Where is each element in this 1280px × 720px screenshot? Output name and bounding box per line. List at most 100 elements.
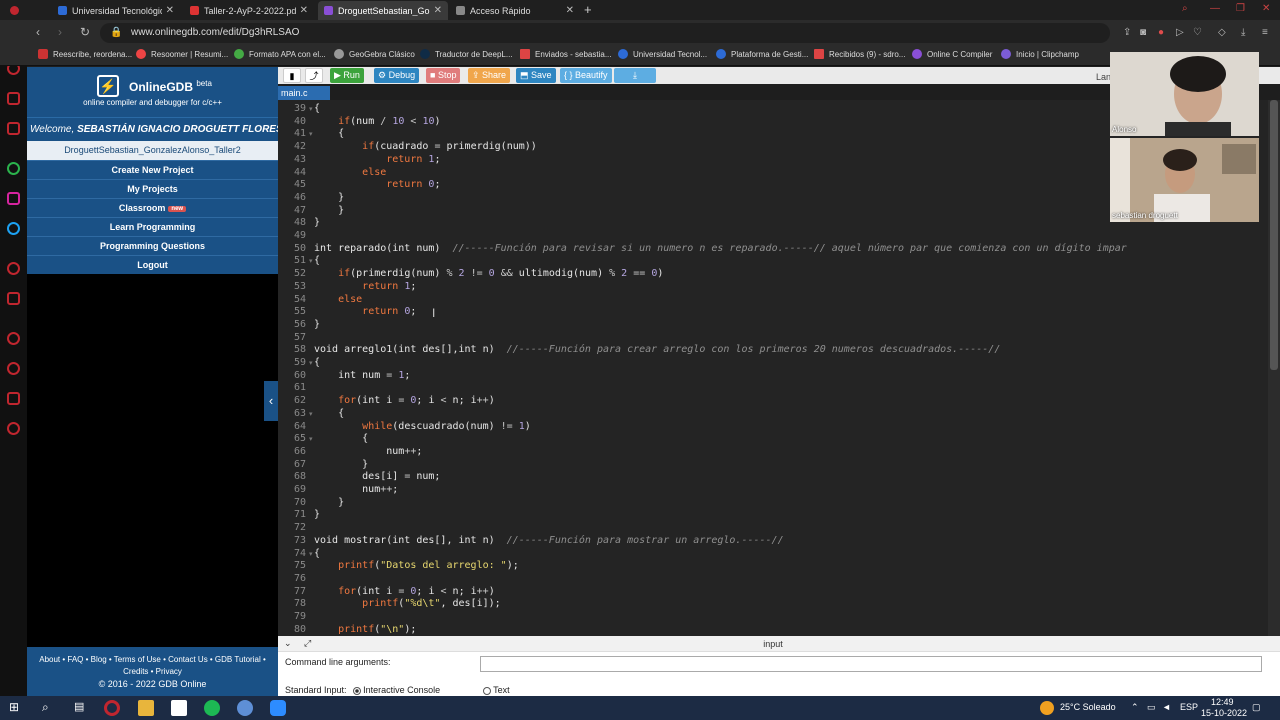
fold-toggle-icon[interactable]: ▾ xyxy=(309,435,313,443)
fold-toggle-icon[interactable]: ▾ xyxy=(309,359,313,367)
bookmark-item[interactable]: Enviados - sebastia... xyxy=(520,49,611,59)
maximize-icon[interactable]: ❐ xyxy=(1236,3,1245,14)
new-file-icon[interactable]: ▮ xyxy=(283,68,301,83)
code-line[interactable]: { xyxy=(314,433,368,444)
code-line[interactable]: else xyxy=(314,294,362,305)
code-line[interactable]: num++; xyxy=(314,446,422,457)
logout-link[interactable]: Logout xyxy=(27,255,278,274)
close-window-icon[interactable]: ✕ xyxy=(1262,3,1270,14)
code-line[interactable]: if(cuadrado = primerdig(num)) xyxy=(314,141,537,152)
code-line[interactable]: void mostrar(int des[], int n) //-----Fu… xyxy=(314,535,784,546)
bookmark-item[interactable]: Traductor de DeepL... xyxy=(420,49,513,59)
beautify-button[interactable]: { } Beautify xyxy=(560,68,612,83)
code-line[interactable]: des[i] = num; xyxy=(314,471,440,482)
code-line[interactable]: return 0; xyxy=(314,179,440,190)
settings-icon[interactable] xyxy=(7,422,20,435)
code-line[interactable]: } xyxy=(314,497,344,508)
code-line[interactable]: } xyxy=(314,192,344,203)
footer-links-2[interactable]: Credits • Privacy xyxy=(27,667,278,676)
run-button[interactable]: ▶ Run xyxy=(330,68,364,83)
save-button[interactable]: ⬒ Save xyxy=(516,68,556,83)
browser-menu-button[interactable] xyxy=(4,1,28,20)
bookmark-item[interactable]: Resoomer | Resumi... xyxy=(136,49,228,59)
create-new-project-link[interactable]: Create New Project xyxy=(27,160,278,179)
code-line[interactable]: } xyxy=(314,459,368,470)
fold-toggle-icon[interactable]: ▾ xyxy=(309,105,313,113)
code-line[interactable]: { xyxy=(314,408,344,419)
close-icon[interactable]: ✕ xyxy=(166,5,174,16)
code-line[interactable]: { xyxy=(314,548,320,559)
heart-icon[interactable]: ♡ xyxy=(1193,27,1204,38)
code-line[interactable]: int reparado(int num) //-----Función par… xyxy=(314,243,1127,254)
bookmark-item[interactable]: Recibidos (9) - sdro... xyxy=(814,49,905,59)
file-tab-main-c[interactable]: main.c xyxy=(278,86,330,100)
fold-toggle-icon[interactable]: ▾ xyxy=(309,130,313,138)
fold-toggle-icon[interactable]: ▾ xyxy=(309,550,313,558)
zoom-icon[interactable] xyxy=(270,700,286,716)
code-line[interactable]: if(num / 10 < 10) xyxy=(314,116,440,127)
opera-app-icon[interactable] xyxy=(104,700,120,716)
text-radio[interactable] xyxy=(483,686,492,695)
code-line[interactable]: printf("%d\t", des[i]); xyxy=(314,598,501,609)
video-tile-alonso[interactable]: Alonso xyxy=(1110,52,1259,136)
code-line[interactable]: { xyxy=(314,255,320,266)
menu-icon[interactable]: ≡ xyxy=(1262,27,1273,38)
weather-text[interactable]: 25°C Soleado xyxy=(1060,702,1116,712)
search-icon[interactable]: ⌕ xyxy=(42,700,58,716)
clock-date[interactable]: 15-10-2022 xyxy=(1201,708,1247,718)
share-button[interactable]: ⇪ Share xyxy=(468,68,511,83)
reload-icon[interactable]: ↻ xyxy=(80,25,90,39)
stop-button[interactable]: ■ Stop xyxy=(426,68,461,83)
forward-icon[interactable]: › xyxy=(58,25,62,39)
footer-links[interactable]: About • FAQ • Blog • Terms of Use • Cont… xyxy=(27,655,278,664)
language-indicator[interactable]: ESP xyxy=(1180,702,1198,712)
cube-icon[interactable]: ◇ xyxy=(1218,27,1229,38)
close-icon[interactable]: ✕ xyxy=(434,5,442,16)
store-icon[interactable] xyxy=(7,92,20,105)
play-icon[interactable] xyxy=(7,292,20,305)
store-icon[interactable] xyxy=(171,700,187,716)
code-line[interactable]: printf("Datos del arreglo: "); xyxy=(314,560,519,571)
bookmark-item[interactable]: Plataforma de Gesti... xyxy=(716,49,808,59)
code-line[interactable]: return 1; xyxy=(314,281,416,292)
history-icon[interactable] xyxy=(7,362,20,375)
upload-icon[interactable]: ⤴ xyxy=(305,68,323,83)
volume-icon[interactable]: ◄ xyxy=(1162,702,1171,712)
instagram-icon[interactable] xyxy=(7,122,20,135)
code-line[interactable]: { xyxy=(314,103,320,114)
programming-questions-link[interactable]: Programming Questions xyxy=(27,236,278,255)
code-line[interactable]: { xyxy=(314,357,320,368)
classroom-link[interactable]: Classroom new xyxy=(27,198,278,217)
back-icon[interactable]: ‹ xyxy=(36,25,40,39)
notification-icon[interactable]: ▢ xyxy=(1252,702,1261,713)
code-line[interactable]: { xyxy=(314,128,344,139)
tab-1[interactable]: Universidad Tecnológica M ✕ xyxy=(52,1,180,20)
code-line[interactable]: for(int i = 0; i < n; i++) xyxy=(314,586,495,597)
code-line[interactable]: } xyxy=(314,217,320,228)
cube-icon[interactable] xyxy=(7,392,20,405)
close-icon[interactable]: ✕ xyxy=(300,5,308,16)
clock-time[interactable]: 12:49 xyxy=(1211,697,1234,707)
bookmark-item[interactable]: Universidad Tecnol... xyxy=(618,49,707,59)
code-line[interactable]: } xyxy=(314,319,320,330)
code-line[interactable]: while(descuadrado(num) != 1) xyxy=(314,421,531,432)
bookmark-item[interactable]: Inicio | Clipchamp xyxy=(1001,49,1079,59)
code-line[interactable]: } xyxy=(314,509,320,520)
code-line[interactable]: else xyxy=(314,167,386,178)
interactive-console-radio[interactable] xyxy=(353,686,362,695)
spotify-icon[interactable] xyxy=(204,700,220,716)
file-explorer-icon[interactable] xyxy=(138,700,154,716)
learn-programming-link[interactable]: Learn Programming xyxy=(27,217,278,236)
code-line[interactable]: return 1; xyxy=(314,154,440,165)
code-line[interactable]: if(primerdig(num) % 2 != 0 && ultimodig(… xyxy=(314,268,663,279)
bookmark-item[interactable]: GeoGebra Clásico xyxy=(334,49,415,59)
current-project-name[interactable]: DroguettSebastian_GonzalezAlonso_Taller2 xyxy=(27,141,278,160)
code-line[interactable]: void arreglo1(int des[],int n) //-----Fu… xyxy=(314,344,1000,355)
fold-toggle-icon[interactable]: ▾ xyxy=(309,257,313,265)
windows-start-icon[interactable]: ⊞ xyxy=(9,700,25,716)
messenger-app-icon[interactable] xyxy=(237,700,253,716)
whatsapp-icon[interactable] xyxy=(7,162,20,175)
share-icon[interactable]: ⇪ xyxy=(1123,27,1134,38)
tab-4[interactable]: Acceso Rápido ✕ xyxy=(450,1,580,20)
close-icon[interactable]: ✕ xyxy=(566,5,574,16)
